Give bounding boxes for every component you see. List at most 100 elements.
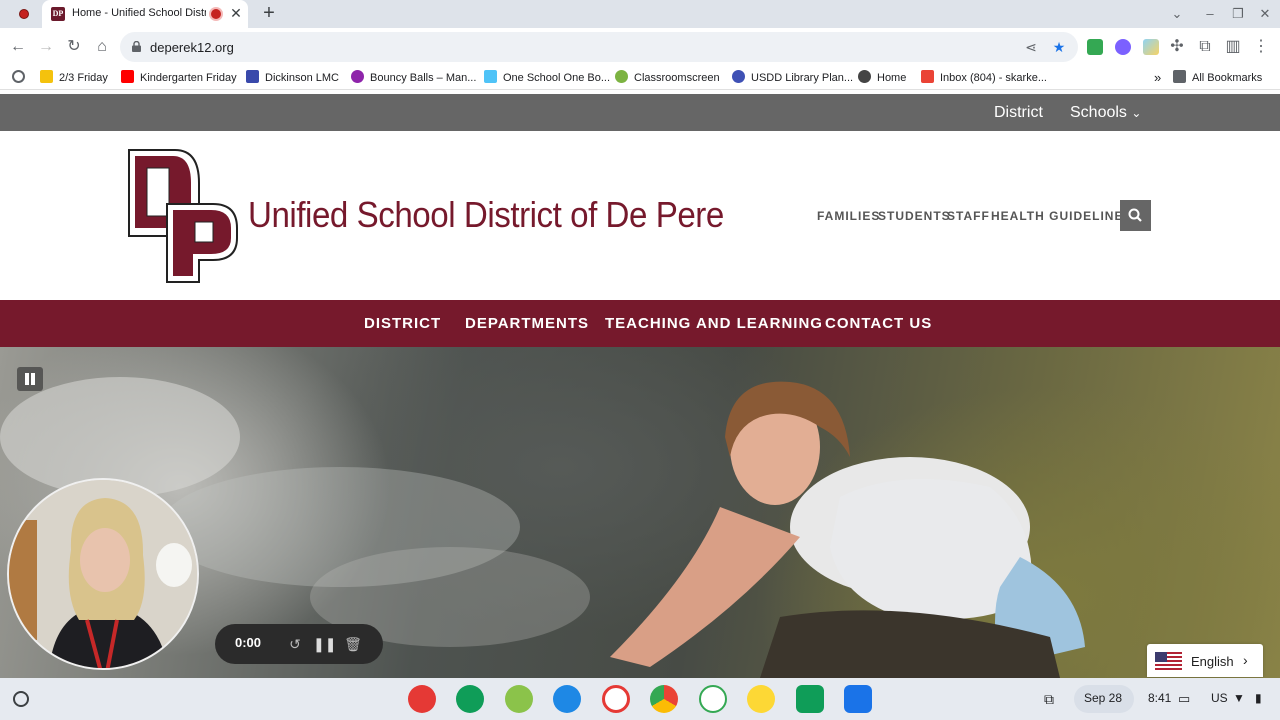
- gmail-icon: [921, 70, 934, 83]
- utility-nav-staff[interactable]: STAFF: [947, 209, 990, 223]
- bookmark-star-icon[interactable]: ★: [1050, 38, 1068, 56]
- lock-icon: [132, 41, 141, 52]
- bookmark-site-icon: [858, 70, 871, 83]
- camera-app-icon[interactable]: [553, 685, 581, 713]
- chevron-right-icon: ›: [1243, 652, 1248, 668]
- extension-green-icon[interactable]: [1087, 39, 1103, 55]
- bookmark-site-icon: [246, 70, 259, 83]
- recording-controls: 0:00 ↺ ❚❚ 🗑: [215, 624, 383, 664]
- bookmark-item[interactable]: Inbox (804) - skarke...: [921, 70, 1047, 86]
- topnav-schools-link[interactable]: Schools ⌄: [1070, 104, 1141, 122]
- os-shelf: ⧉ Sep 28 8:41 ▭ US ▼ ▮: [0, 678, 1280, 720]
- youtube-icon: [121, 70, 134, 83]
- utility-nav-families[interactable]: FAMILIES: [817, 209, 880, 223]
- home-icon[interactable]: ⌂: [92, 37, 112, 57]
- tab-recording-icon: [211, 9, 221, 19]
- language-selector[interactable]: English ›: [1147, 644, 1263, 677]
- chrome-app-icon[interactable]: [650, 685, 678, 713]
- mainnav-teaching-and-learning[interactable]: TEACHING AND LEARNING: [605, 315, 823, 332]
- site-search-button[interactable]: [1120, 200, 1151, 231]
- locale-label[interactable]: US: [1211, 691, 1228, 705]
- district-logo[interactable]: [127, 148, 239, 284]
- pause-recording-icon[interactable]: ❚❚: [313, 634, 336, 654]
- browser-toolbar: ← → ↻ ⌂ deperek12.org ⋖ ★ ✣ ⧉ ▥ ⋮: [0, 28, 1280, 66]
- bookmark-site-icon: [615, 70, 628, 83]
- extension-purple-icon[interactable]: [1115, 39, 1131, 55]
- launcher-icon[interactable]: [13, 691, 29, 707]
- minimize-icon[interactable]: –: [1201, 5, 1219, 23]
- bookmark-item[interactable]: Classroomscreen: [615, 70, 720, 86]
- restore-icon[interactable]: ❐: [1229, 5, 1247, 23]
- webcam-bubble[interactable]: [7, 478, 199, 670]
- restart-recording-icon[interactable]: ↺: [285, 634, 305, 654]
- wifi-icon[interactable]: ▼: [1233, 691, 1245, 705]
- maps-app-icon[interactable]: [844, 685, 872, 713]
- recording-timer: 0:00: [235, 635, 262, 650]
- extension-screenshot-icon[interactable]: [1143, 39, 1159, 55]
- utility-nav-students[interactable]: STUDENTS: [878, 209, 951, 223]
- bookmark-item[interactable]: Dickinson LMC: [246, 70, 339, 86]
- delete-recording-icon[interactable]: 🗑: [343, 634, 363, 654]
- site-favicon-icon: DP: [51, 7, 65, 21]
- new-tab-button[interactable]: +: [259, 3, 279, 24]
- bookmarks-bar: 2/3 Friday Kindergarten Friday Dickinson…: [0, 66, 1280, 90]
- bookmark-item[interactable]: Bouncy Balls – Man...: [351, 70, 476, 86]
- close-tab-icon[interactable]: ✕: [228, 5, 244, 21]
- tote-icon[interactable]: ⧉: [1044, 691, 1054, 708]
- language-label: English: [1191, 654, 1234, 669]
- screencast-app-icon[interactable]: [505, 685, 533, 713]
- side-panel-icon[interactable]: ▥: [1223, 37, 1243, 57]
- close-window-icon[interactable]: ✕: [1256, 5, 1274, 23]
- bookmark-item[interactable]: Kindergarten Friday: [121, 70, 237, 86]
- bookmark-item[interactable]: One School One Bo...: [484, 70, 610, 86]
- address-bar[interactable]: deperek12.org ⋖ ★: [120, 32, 1078, 62]
- screen-capture-icon[interactable]: ▭: [1178, 691, 1190, 707]
- mainnav-district[interactable]: DISTRICT: [364, 315, 441, 332]
- date-label[interactable]: Sep 28: [1084, 691, 1122, 705]
- cast-icon[interactable]: ⧉: [1195, 37, 1215, 57]
- screen-recorder-app-icon[interactable]: [602, 685, 630, 713]
- mainnav-contact-us[interactable]: CONTACT US: [825, 315, 932, 332]
- share-icon[interactable]: ⋖: [1022, 38, 1040, 56]
- bookmarks-overflow-button[interactable]: »: [1154, 70, 1161, 86]
- bookmark-item[interactable]: 2/3 Friday: [40, 70, 108, 86]
- keep-app-icon[interactable]: [747, 685, 775, 713]
- recording-indicator-icon: [19, 9, 29, 19]
- site-title[interactable]: Unified School District of De Pere: [248, 194, 724, 236]
- bookmark-folder-icon: [40, 70, 53, 83]
- url-text: deperek12.org: [150, 40, 234, 55]
- bookmark-site-icon: [351, 70, 364, 83]
- battery-icon[interactable]: ▮: [1255, 691, 1262, 705]
- play-store-app-icon[interactable]: [699, 685, 727, 713]
- tab-title: Home - Unified School District of De Per…: [72, 7, 206, 19]
- mainnav-departments[interactable]: DEPARTMENTS: [465, 315, 589, 332]
- reload-icon[interactable]: ↻: [64, 37, 84, 57]
- search-icon: [1128, 208, 1142, 222]
- bookmark-item[interactable]: USDD Library Plan...: [732, 70, 853, 86]
- main-nav: DISTRICT DEPARTMENTS TEACHING AND LEARNI…: [0, 300, 1280, 347]
- us-flag-icon: [1155, 652, 1182, 670]
- browser-tab[interactable]: DP Home - Unified School District of De …: [42, 0, 248, 28]
- site-top-bar: District Schools ⌄: [0, 94, 1280, 131]
- bookmark-site-icon: [484, 70, 497, 83]
- tab-strip: DP Home - Unified School District of De …: [0, 0, 1280, 28]
- clock-label[interactable]: 8:41: [1148, 691, 1171, 705]
- webcam-person-image: [9, 480, 197, 668]
- utility-nav-health-guidelines[interactable]: HEALTH GUIDELINES: [991, 209, 1132, 223]
- green-app-icon[interactable]: [796, 685, 824, 713]
- bookmark-item[interactable]: Home: [858, 70, 906, 86]
- topnav-district-link[interactable]: District: [994, 104, 1043, 122]
- slideshow-pause-button[interactable]: [17, 367, 43, 391]
- hero-photo-scene: [0, 377, 1085, 678]
- site-header: Unified School District of De Pere FAMIL…: [0, 131, 1280, 301]
- back-icon[interactable]: ←: [8, 37, 28, 57]
- chevron-down-icon: ⌄: [1131, 106, 1142, 120]
- extensions-puzzle-icon[interactable]: ✣: [1167, 37, 1187, 57]
- all-bookmarks-button[interactable]: All Bookmarks: [1173, 70, 1262, 86]
- classroom-app-icon[interactable]: [456, 685, 484, 713]
- forward-icon[interactable]: →: [36, 37, 56, 57]
- canvas-app-icon[interactable]: [408, 685, 436, 713]
- tab-search-chevron-icon[interactable]: ⌄: [1168, 5, 1186, 23]
- menu-kebab-icon[interactable]: ⋮: [1251, 37, 1271, 57]
- apps-globe-icon[interactable]: [12, 70, 25, 86]
